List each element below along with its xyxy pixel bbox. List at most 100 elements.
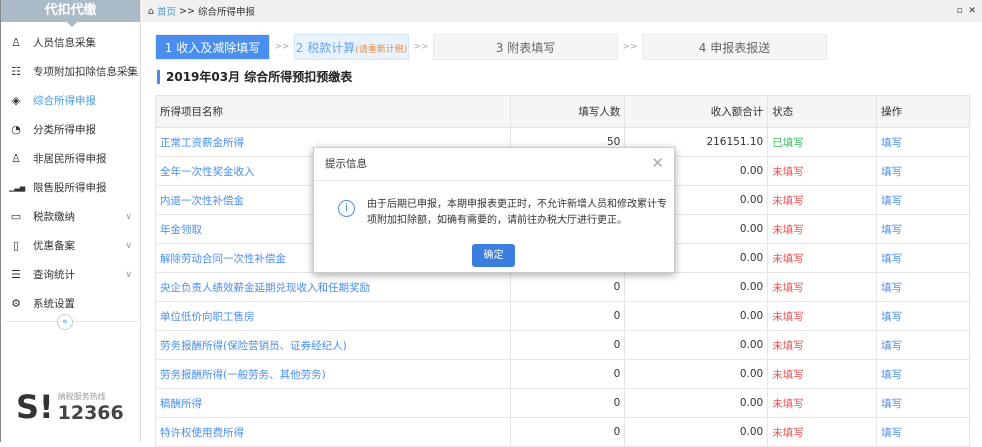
- sidebar-item-label: 人员信息采集: [33, 37, 96, 49]
- dialog-message: 由于后期已申报，本期申报表更正时，不允许新增人员和修改累计专项附加扣除额，如确有…: [367, 199, 667, 226]
- fill-link[interactable]: 填写: [876, 214, 970, 244]
- sidebar-item[interactable]: ▭ 税款缴纳 ∨: [1, 202, 140, 231]
- fill-link[interactable]: 填写: [876, 127, 970, 157]
- status-badge: 未填写: [767, 156, 878, 186]
- count-cell: 0: [509, 417, 626, 447]
- sidebar-item[interactable]: ◔ 分类所得申报: [1, 115, 140, 144]
- breadcrumb-current: 综合所得申报: [198, 7, 256, 18]
- sidebar-item[interactable]: ♙ 非居民所得申报: [1, 144, 140, 173]
- sidebar-item-label: 专项附加扣除信息采集: [33, 66, 138, 78]
- income-item-link[interactable]: 劳务报酬所得(保险营销员、证券经纪人): [155, 330, 511, 360]
- step-1[interactable]: 1 收入及减除填写: [155, 34, 270, 60]
- maximize-icon[interactable]: ▫: [957, 6, 963, 16]
- close-icon[interactable]: ✕: [651, 154, 664, 172]
- confirm-button[interactable]: 确定: [472, 244, 515, 267]
- sidebar: 代扣代缴 ♙ 人员信息采集 ☷ 专项附加扣除信息采集 ∨ ◈ 综合所得申报 ◔ 分类所得申报 ♙ 非…: [0, 0, 141, 442]
- step-label: 4 申报表报送: [698, 41, 771, 55]
- sidebar-item[interactable]: ⚙ 系统设置: [1, 289, 140, 318]
- sidebar-item-label: 非居民所得申报: [33, 153, 107, 165]
- sidebar-item-label: 分类所得申报: [33, 124, 96, 136]
- sidebar-item[interactable]: ☰ 查询统计 ∨: [1, 260, 140, 289]
- fill-link[interactable]: 填写: [876, 243, 970, 273]
- breadcrumb: ⌂ 首页 >> 综合所得申报 ▫ ✕: [142, 0, 982, 22]
- status-badge: 未填写: [767, 359, 878, 389]
- sidebar-item[interactable]: ▁▃▅ 限售股所得申报: [1, 173, 140, 202]
- fill-link[interactable]: 填写: [876, 388, 970, 418]
- sidebar-item[interactable]: ♙ 人员信息采集: [1, 28, 140, 57]
- step-sep: >>: [274, 42, 290, 52]
- list-icon: ☷: [11, 65, 21, 78]
- step-4[interactable]: 4 申报表报送: [642, 34, 827, 60]
- sidebar-item[interactable]: ◈ 综合所得申报: [1, 86, 140, 115]
- col-name: 所得项目名称: [155, 95, 511, 128]
- status-badge: 未填写: [767, 214, 878, 244]
- amount-cell: 0.00: [624, 388, 769, 418]
- sidebar-item-label: 优惠备案: [33, 240, 75, 252]
- col-count: 填写人数: [509, 95, 626, 128]
- collapse-button[interactable]: «: [57, 314, 73, 330]
- step-sep: >>: [622, 42, 638, 52]
- chevron-down-icon: ∨: [125, 211, 132, 222]
- income-item-link[interactable]: 单位低价向职工售房: [155, 301, 511, 331]
- step-label: 1 收入及减除填写: [164, 41, 261, 55]
- sidebar-item-label: 综合所得申报: [33, 95, 96, 107]
- user-icon: ♙: [11, 152, 21, 165]
- collapse-divider: «: [6, 314, 138, 330]
- home-icon[interactable]: ⌂: [148, 6, 154, 17]
- close-icon[interactable]: ✕: [968, 6, 976, 16]
- folder-icon: ▭: [10, 210, 22, 223]
- status-badge: 未填写: [767, 388, 878, 418]
- breadcrumb-sep: >>: [179, 5, 195, 17]
- count-cell: 0: [509, 388, 626, 418]
- amount-cell: 0.00: [624, 301, 769, 331]
- fill-link[interactable]: 填写: [876, 185, 970, 215]
- fill-link[interactable]: 填写: [876, 272, 970, 302]
- step-3[interactable]: 3 附表填写: [433, 34, 618, 60]
- step-bar: 1 收入及减除填写 >> 2 税款计算(请重新计税) >> 3 附表填写 >> …: [155, 34, 827, 60]
- page-title: 2019年03月 综合所得预扣预缴表: [157, 70, 352, 84]
- step-label: 2 税款计算: [295, 41, 356, 55]
- search-list-icon: ☰: [11, 268, 21, 281]
- book-icon: ▯: [12, 239, 20, 252]
- fill-link[interactable]: 填写: [876, 156, 970, 186]
- col-action: 操作: [876, 95, 970, 128]
- sidebar-item-label: 税款缴纳: [33, 211, 75, 223]
- count-cell: 0: [509, 272, 626, 302]
- income-item-link[interactable]: 央企负责人绩效薪金延期兑现收入和任期奖励: [155, 272, 511, 302]
- sidebar-item[interactable]: ▯ 优惠备案 ∨: [1, 231, 140, 260]
- layers-icon: ◈: [11, 94, 21, 107]
- chevron-down-icon: ∨: [125, 269, 132, 280]
- fill-link[interactable]: 填写: [876, 359, 970, 389]
- sidebar-item[interactable]: ☷ 专项附加扣除信息采集 ∨: [1, 57, 140, 86]
- income-item-link[interactable]: 劳务报酬所得(一般劳务、其他劳务): [155, 359, 511, 389]
- step-2[interactable]: 2 税款计算(请重新计税): [294, 34, 409, 60]
- fill-link[interactable]: 填写: [876, 417, 970, 447]
- income-item-link[interactable]: 特许权使用费所得: [155, 417, 511, 447]
- fill-link[interactable]: 填写: [876, 301, 970, 331]
- table-row: 单位低价向职工售房 0 0.00 未填写 填写: [155, 301, 970, 331]
- status-badge: 未填写: [767, 243, 878, 273]
- sidebar-item-label: 系统设置: [33, 298, 75, 310]
- count-cell: 0: [509, 330, 626, 360]
- col-status: 状态: [767, 95, 878, 128]
- info-icon: i: [338, 200, 355, 217]
- pie-chart-icon: ◔: [11, 123, 21, 136]
- breadcrumb-home[interactable]: 首页: [157, 4, 176, 18]
- sidebar-item-label: 查询统计: [33, 269, 75, 281]
- table-row: 劳务报酬所得(保险营销员、证券经纪人) 0 0.00 未填写 填写: [155, 330, 970, 360]
- status-badge: 未填写: [767, 417, 878, 447]
- income-item-link[interactable]: 稿酬所得: [155, 388, 511, 418]
- step-note: (请重新计税): [355, 45, 408, 55]
- hotline-number: 12366: [57, 401, 124, 424]
- hotline: S! 纳税服务热线 12366: [16, 388, 124, 426]
- status-badge: 未填写: [767, 330, 878, 360]
- dialog-title: 提示信息: [314, 148, 674, 181]
- fill-link[interactable]: 填写: [876, 330, 970, 360]
- col-amount: 收入额合计: [624, 95, 769, 128]
- step-label: 3 附表填写: [495, 41, 556, 55]
- status-badge: 未填写: [767, 301, 878, 331]
- count-cell: 0: [509, 359, 626, 389]
- table-row: 特许权使用费所得 0 0.00 未填写 填写: [155, 417, 970, 447]
- status-badge: 未填写: [767, 185, 878, 215]
- hotline-label: 纳税服务热线: [57, 391, 106, 401]
